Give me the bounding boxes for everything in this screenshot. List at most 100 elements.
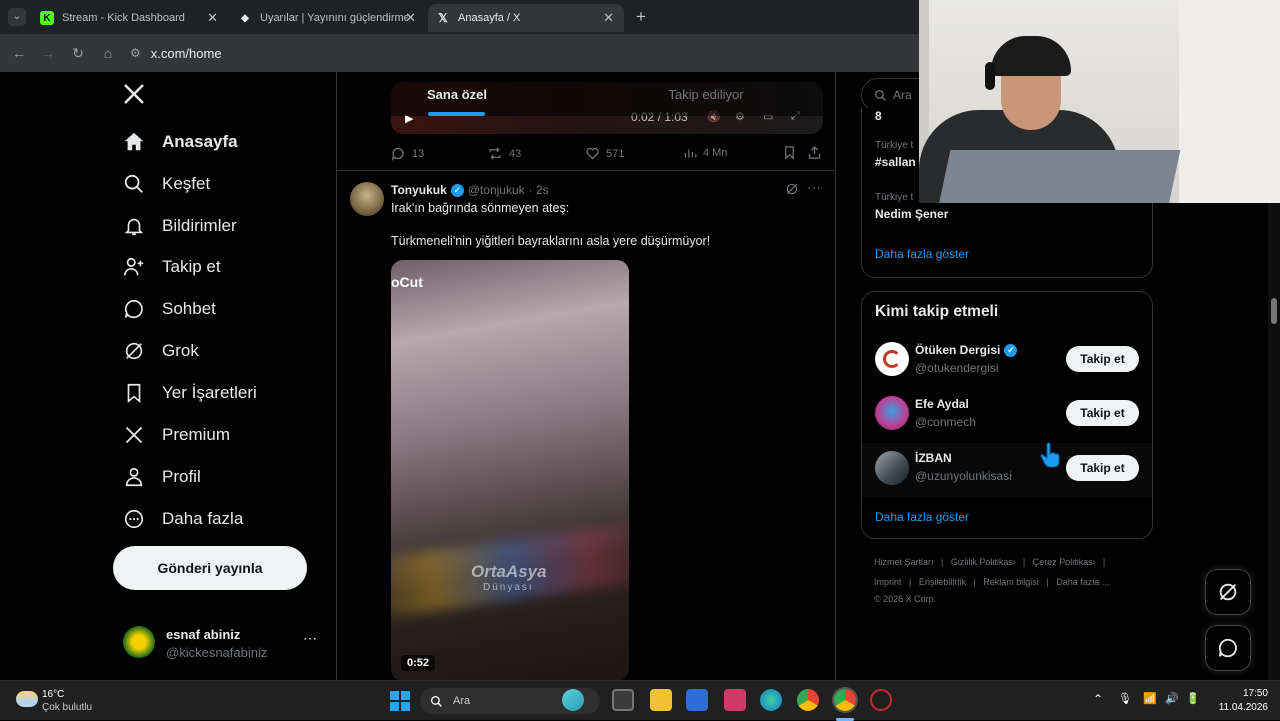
nav-bookmarks[interactable]: Yer İşaretleri bbox=[122, 375, 257, 411]
chrome-icon[interactable] bbox=[797, 689, 819, 711]
follow-suggestion[interactable]: Ötüken Dergisi ✓ @otukendergisi Takip et bbox=[862, 336, 1152, 390]
tweet-text-line1: Irak'ın bağrında sönmeyen ateş: bbox=[391, 201, 570, 215]
follow-button[interactable]: Takip et bbox=[1066, 346, 1139, 372]
views-action[interactable]: 4 Mn bbox=[683, 146, 727, 160]
video-watermark: OrtaAsya bbox=[471, 562, 547, 581]
address-bar[interactable]: ⚙ x.com/home bbox=[130, 40, 910, 66]
file-explorer-icon[interactable] bbox=[650, 689, 672, 711]
chrome-icon[interactable] bbox=[834, 689, 856, 711]
close-tab-icon[interactable]: ✕ bbox=[405, 10, 416, 26]
tweet-header: Tonyukuk ✓ @tonjukuk · 2s bbox=[391, 183, 549, 197]
nav-home[interactable]: Anasayfa bbox=[122, 124, 238, 160]
nav-grok[interactable]: Grok bbox=[122, 333, 199, 369]
account-switcher[interactable]: esnaf abiniz @kickesnafabiniz ⋯ bbox=[113, 620, 323, 666]
tab-alerts[interactable]: ◆ Uyarılar | Yayınını güçlendirmek ✕ bbox=[230, 4, 426, 32]
suggestion-handle: @uzunyolunkisasi bbox=[915, 469, 1012, 483]
nav-label: Takip et bbox=[162, 257, 221, 276]
weather-desc[interactable]: Çok bulutlu bbox=[42, 702, 92, 713]
nav-chat[interactable]: Sohbet bbox=[122, 291, 216, 327]
bookmark-icon[interactable] bbox=[782, 145, 797, 165]
post-button[interactable]: Gönderi yayınla bbox=[113, 546, 307, 590]
clock-time[interactable]: 17:50 bbox=[1218, 688, 1268, 699]
back-icon[interactable]: ← bbox=[10, 44, 28, 62]
share-icon[interactable] bbox=[807, 145, 822, 165]
search-highlight-icon[interactable] bbox=[562, 689, 584, 711]
reload-icon[interactable]: ↻ bbox=[69, 44, 87, 62]
show-more-trends-link[interactable]: Daha fazla göster bbox=[875, 247, 969, 261]
repost-action[interactable]: 43 bbox=[487, 146, 521, 161]
tweet-video[interactable]: oCut OrtaAsya Dünyası 0:52 bbox=[391, 260, 629, 680]
imprint-link[interactable]: Imprint bbox=[874, 577, 902, 587]
store-icon[interactable] bbox=[686, 689, 708, 711]
tab-for-you[interactable]: Sana özel bbox=[337, 72, 577, 116]
nav-premium[interactable]: Premium bbox=[122, 417, 230, 453]
site-info-icon[interactable]: ⚙ bbox=[130, 46, 141, 60]
more-dots-icon[interactable]: ⋯ bbox=[807, 179, 821, 196]
author-handle[interactable]: @tonjukuk bbox=[468, 183, 525, 197]
cookie-link[interactable]: Çerez Politikası bbox=[1033, 557, 1096, 567]
reply-action[interactable]: 13 bbox=[391, 146, 424, 161]
more-link[interactable]: Daha fazla ... bbox=[1056, 577, 1109, 587]
ads-info-link[interactable]: Reklam bilgisi bbox=[983, 577, 1039, 587]
chevron-up-icon[interactable]: ⌃ bbox=[1093, 692, 1103, 706]
clock-date[interactable]: 11.04.2026 bbox=[1200, 702, 1268, 713]
follow-button[interactable]: Takip et bbox=[1066, 400, 1139, 426]
tab-x-home[interactable]: 𝕏 Anasayfa / X ✕ bbox=[428, 4, 624, 32]
tweet[interactable]: Tonyukuk ✓ @tonjukuk · 2s ⋯ Irak'ın bağr… bbox=[337, 171, 835, 680]
show-more-suggestions-link[interactable]: Daha fazla göster bbox=[875, 510, 969, 524]
volume-icon[interactable]: 🔊 bbox=[1165, 692, 1179, 705]
edge-icon[interactable] bbox=[760, 689, 782, 711]
nav-notifications[interactable]: Bildirimler bbox=[122, 208, 237, 244]
tab-kick-dashboard[interactable]: K Stream - Kick Dashboard ✕ bbox=[32, 4, 228, 32]
close-tab-icon[interactable]: ✕ bbox=[207, 10, 218, 26]
follow-suggestion[interactable]: İZBAN @uzunyolunkisasi Takip et bbox=[862, 443, 1152, 497]
privacy-link[interactable]: Gizlilik Politikası bbox=[951, 557, 1016, 567]
forward-icon[interactable]: → bbox=[39, 44, 57, 62]
nav-label: Keşfet bbox=[162, 174, 211, 193]
grok-float-button[interactable] bbox=[1205, 569, 1251, 615]
feed-column: ▶ 0:02 / 1:03 🔇 ⚙ ▭ ⤢ Sana özel Takip ed… bbox=[336, 72, 836, 680]
tweet-time[interactable]: · 2s bbox=[529, 183, 549, 197]
footer-separator: | bbox=[1102, 557, 1106, 567]
tab-following[interactable]: Takip ediliyor bbox=[577, 72, 835, 116]
x-logo-icon[interactable] bbox=[122, 82, 148, 108]
tweet-text-line2: Türkmeneli'nin yiğitleri bayraklarını as… bbox=[391, 234, 711, 248]
video-overlay-text: oCut bbox=[391, 274, 423, 290]
nav-follow[interactable]: Takip et bbox=[122, 249, 221, 285]
person-hat bbox=[991, 36, 1071, 76]
home-browser-icon[interactable]: ⌂ bbox=[99, 44, 117, 62]
grok-icon[interactable] bbox=[785, 182, 799, 201]
person-add-icon bbox=[122, 255, 146, 279]
follow-suggestion[interactable]: Efe Aydal @conmech Takip et bbox=[862, 390, 1152, 444]
weather-temp[interactable]: 16°C bbox=[42, 689, 64, 700]
task-view-icon[interactable] bbox=[612, 689, 634, 711]
nav-profile[interactable]: Profil bbox=[122, 459, 201, 495]
app-icon[interactable] bbox=[870, 689, 892, 711]
app-icon[interactable] bbox=[724, 689, 746, 711]
avatar[interactable] bbox=[350, 182, 384, 216]
messages-float-button[interactable] bbox=[1205, 625, 1251, 671]
nav-explore[interactable]: Keşfet bbox=[122, 166, 210, 202]
wifi-icon[interactable]: 📶 bbox=[1143, 692, 1157, 705]
new-tab-icon[interactable]: + bbox=[632, 7, 650, 27]
search-icon bbox=[874, 89, 886, 101]
nav-more[interactable]: Daha fazla bbox=[122, 501, 243, 537]
microphone-icon[interactable]: 🎙 bbox=[1118, 692, 1132, 705]
accessibility-link[interactable]: Erişilebilirlik bbox=[919, 577, 966, 587]
close-tab-icon[interactable]: ✕ bbox=[603, 10, 614, 26]
terms-link[interactable]: Hizmet Şartları bbox=[874, 557, 934, 567]
x-logo-icon bbox=[122, 423, 146, 447]
follow-button[interactable]: Takip et bbox=[1066, 455, 1139, 481]
tab-search-button[interactable]: ⌄ bbox=[8, 8, 26, 26]
tab-title: Uyarılar | Yayınını güçlendirmek bbox=[260, 12, 408, 24]
windows-start-icon[interactable] bbox=[390, 691, 410, 711]
weather-icon[interactable] bbox=[16, 691, 38, 707]
nav-label: Grok bbox=[162, 341, 199, 360]
battery-icon[interactable]: 🔋 bbox=[1186, 692, 1200, 705]
more-dots-icon[interactable]: ⋯ bbox=[303, 630, 317, 647]
like-action[interactable]: 571 bbox=[585, 146, 624, 161]
nav-label: Profil bbox=[162, 467, 201, 486]
author-name[interactable]: Tonyukuk bbox=[391, 183, 447, 197]
scrollbar-thumb[interactable] bbox=[1271, 298, 1277, 324]
bookmark-icon bbox=[122, 381, 146, 405]
